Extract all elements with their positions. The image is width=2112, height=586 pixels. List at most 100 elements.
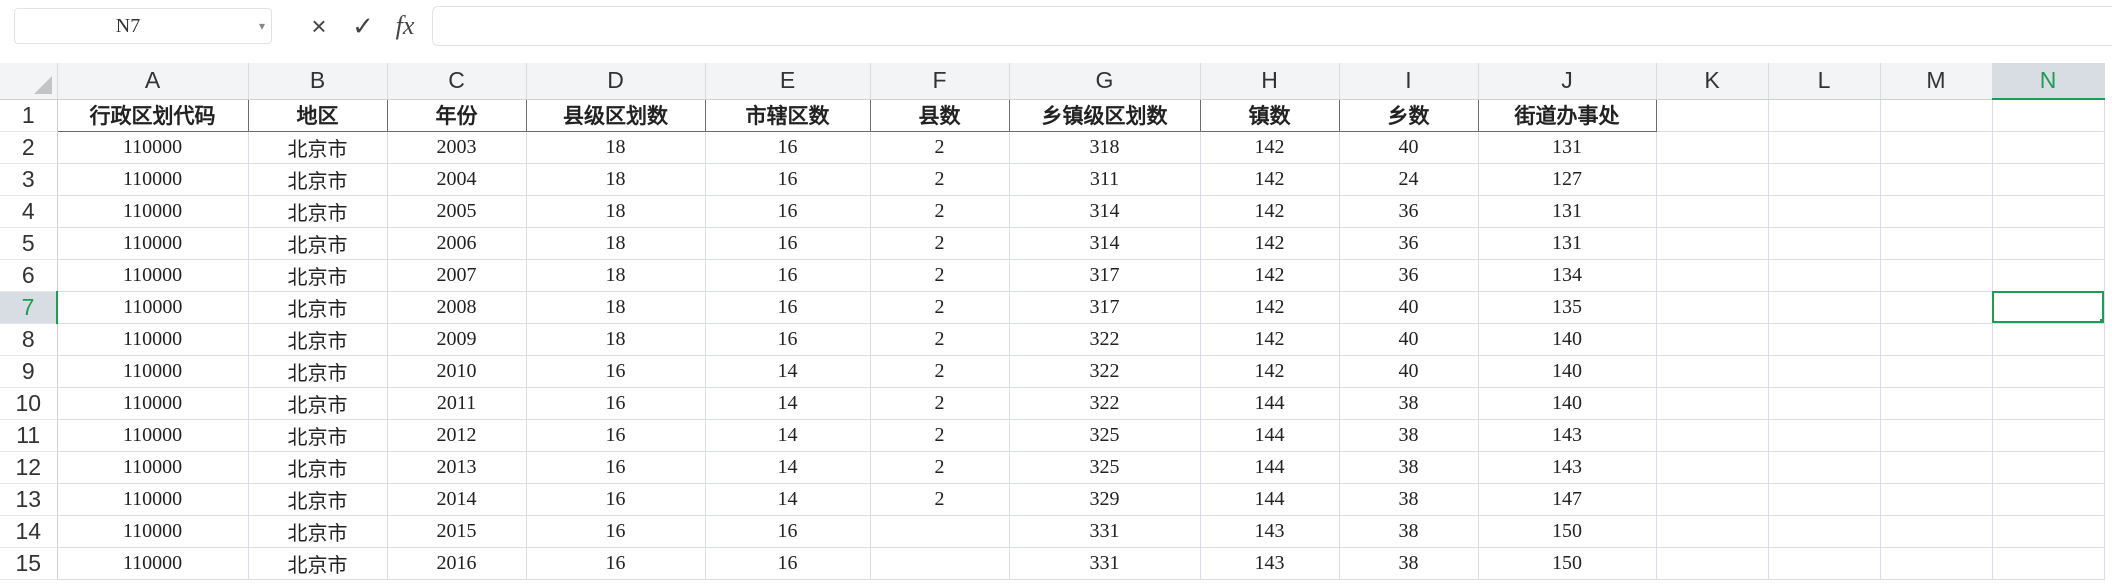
cell-a2[interactable]: 110000 bbox=[57, 131, 249, 164]
cell-n14[interactable] bbox=[1992, 515, 2105, 548]
cell-b6[interactable]: 北京市 bbox=[248, 259, 388, 292]
cell-b7[interactable]: 北京市 bbox=[248, 291, 388, 324]
cell-i3[interactable]: 24 bbox=[1339, 163, 1479, 196]
cell-e9[interactable]: 14 bbox=[705, 355, 871, 388]
row-header-6[interactable]: 6 bbox=[0, 259, 58, 292]
cell-l3[interactable] bbox=[1768, 163, 1881, 196]
cell-m10[interactable] bbox=[1880, 387, 1993, 420]
name-box-value[interactable]: N7 bbox=[15, 9, 241, 43]
cell-n15[interactable] bbox=[1992, 547, 2105, 580]
cell-i7[interactable]: 40 bbox=[1339, 291, 1479, 324]
cell-f14[interactable] bbox=[870, 515, 1010, 548]
cell-i11[interactable]: 38 bbox=[1339, 419, 1479, 452]
cell-l11[interactable] bbox=[1768, 419, 1881, 452]
cell-k8[interactable] bbox=[1656, 323, 1769, 356]
cell-j6[interactable]: 134 bbox=[1478, 259, 1657, 292]
cell-n10[interactable] bbox=[1992, 387, 2105, 420]
cell-a14[interactable]: 110000 bbox=[57, 515, 249, 548]
cell-c10[interactable]: 2011 bbox=[387, 387, 527, 420]
cell-c3[interactable]: 2004 bbox=[387, 163, 527, 196]
cell-h8[interactable]: 142 bbox=[1200, 323, 1340, 356]
cell-n5[interactable] bbox=[1992, 227, 2105, 260]
cell-m8[interactable] bbox=[1880, 323, 1993, 356]
cell-c15[interactable]: 2016 bbox=[387, 547, 527, 580]
cell-b9[interactable]: 北京市 bbox=[248, 355, 388, 388]
cell-h9[interactable]: 142 bbox=[1200, 355, 1340, 388]
cell-l13[interactable] bbox=[1768, 483, 1881, 516]
cell-g9[interactable]: 322 bbox=[1009, 355, 1201, 388]
cell-n4[interactable] bbox=[1992, 195, 2105, 228]
cell-h14[interactable]: 143 bbox=[1200, 515, 1340, 548]
cell-i5[interactable]: 36 bbox=[1339, 227, 1479, 260]
cell-j8[interactable]: 140 bbox=[1478, 323, 1657, 356]
select-all-corner[interactable] bbox=[0, 63, 58, 100]
cell-d6[interactable]: 18 bbox=[526, 259, 706, 292]
cell-a5[interactable]: 110000 bbox=[57, 227, 249, 260]
row-header-7[interactable]: 7 bbox=[0, 291, 58, 324]
column-header-n[interactable]: N bbox=[1992, 63, 2105, 100]
cell-g2[interactable]: 318 bbox=[1009, 131, 1201, 164]
cell-g4[interactable]: 314 bbox=[1009, 195, 1201, 228]
cell-f6[interactable]: 2 bbox=[870, 259, 1010, 292]
cell-m13[interactable] bbox=[1880, 483, 1993, 516]
cell-l12[interactable] bbox=[1768, 451, 1881, 484]
row-header-15[interactable]: 15 bbox=[0, 547, 58, 580]
cell-d14[interactable]: 16 bbox=[526, 515, 706, 548]
cell-g1[interactable]: 乡镇级区划数 bbox=[1009, 98, 1201, 132]
cell-h11[interactable]: 144 bbox=[1200, 419, 1340, 452]
cell-d11[interactable]: 16 bbox=[526, 419, 706, 452]
cell-j13[interactable]: 147 bbox=[1478, 483, 1657, 516]
cell-n7[interactable] bbox=[1992, 291, 2105, 324]
cell-a8[interactable]: 110000 bbox=[57, 323, 249, 356]
cell-f3[interactable]: 2 bbox=[870, 163, 1010, 196]
cell-i13[interactable]: 38 bbox=[1339, 483, 1479, 516]
cell-i6[interactable]: 36 bbox=[1339, 259, 1479, 292]
cell-a12[interactable]: 110000 bbox=[57, 451, 249, 484]
cell-b10[interactable]: 北京市 bbox=[248, 387, 388, 420]
cell-a1[interactable]: 行政区划代码 bbox=[57, 98, 249, 132]
row-header-14[interactable]: 14 bbox=[0, 515, 58, 548]
cell-n1[interactable] bbox=[1992, 99, 2105, 132]
cell-f5[interactable]: 2 bbox=[870, 227, 1010, 260]
column-header-m[interactable]: M bbox=[1880, 63, 1993, 100]
cell-b12[interactable]: 北京市 bbox=[248, 451, 388, 484]
cell-n3[interactable] bbox=[1992, 163, 2105, 196]
row-header-11[interactable]: 11 bbox=[0, 419, 58, 452]
cell-a13[interactable]: 110000 bbox=[57, 483, 249, 516]
cell-d8[interactable]: 18 bbox=[526, 323, 706, 356]
cell-g7[interactable]: 317 bbox=[1009, 291, 1201, 324]
row-header-3[interactable]: 3 bbox=[0, 163, 58, 196]
cell-m9[interactable] bbox=[1880, 355, 1993, 388]
cell-c7[interactable]: 2008 bbox=[387, 291, 527, 324]
cell-i10[interactable]: 38 bbox=[1339, 387, 1479, 420]
cell-g12[interactable]: 325 bbox=[1009, 451, 1201, 484]
cell-l15[interactable] bbox=[1768, 547, 1881, 580]
cell-a9[interactable]: 110000 bbox=[57, 355, 249, 388]
cell-k3[interactable] bbox=[1656, 163, 1769, 196]
cell-e8[interactable]: 16 bbox=[705, 323, 871, 356]
cell-k11[interactable] bbox=[1656, 419, 1769, 452]
cell-c14[interactable]: 2015 bbox=[387, 515, 527, 548]
cell-d2[interactable]: 18 bbox=[526, 131, 706, 164]
cell-l9[interactable] bbox=[1768, 355, 1881, 388]
cell-l6[interactable] bbox=[1768, 259, 1881, 292]
cell-k13[interactable] bbox=[1656, 483, 1769, 516]
cell-l2[interactable] bbox=[1768, 131, 1881, 164]
cell-c8[interactable]: 2009 bbox=[387, 323, 527, 356]
cell-h6[interactable]: 142 bbox=[1200, 259, 1340, 292]
column-header-c[interactable]: C bbox=[387, 63, 527, 100]
cell-d4[interactable]: 18 bbox=[526, 195, 706, 228]
column-header-l[interactable]: L bbox=[1768, 63, 1881, 100]
cell-e6[interactable]: 16 bbox=[705, 259, 871, 292]
cell-e10[interactable]: 14 bbox=[705, 387, 871, 420]
column-header-k[interactable]: K bbox=[1656, 63, 1769, 100]
cell-j1[interactable]: 街道办事处 bbox=[1478, 98, 1657, 132]
cell-j11[interactable]: 143 bbox=[1478, 419, 1657, 452]
cell-e4[interactable]: 16 bbox=[705, 195, 871, 228]
cell-c4[interactable]: 2005 bbox=[387, 195, 527, 228]
cell-n9[interactable] bbox=[1992, 355, 2105, 388]
cell-k6[interactable] bbox=[1656, 259, 1769, 292]
cell-f10[interactable]: 2 bbox=[870, 387, 1010, 420]
cell-h12[interactable]: 144 bbox=[1200, 451, 1340, 484]
cell-m1[interactable] bbox=[1880, 99, 1993, 132]
